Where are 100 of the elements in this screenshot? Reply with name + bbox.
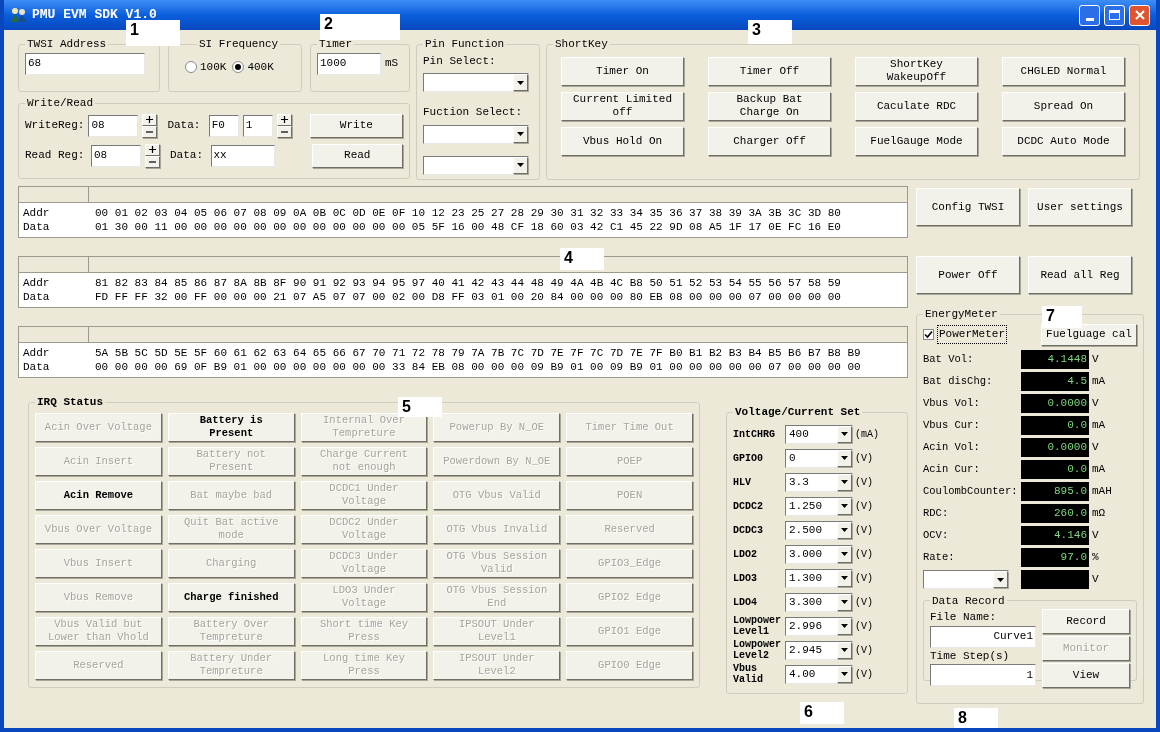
caret-icon [841,624,848,628]
caret-icon [841,576,848,580]
group-label: IRQ Status [36,395,104,410]
caret-icon [841,672,848,676]
dropdown[interactable]: 3.000 [785,544,853,564]
hex-values: 81 82 83 84 85 86 87 8A 8B 8F 90 91 92 93 94 95 97 40 41 42 43 44 48 49 4A 4B 4C B8 50 51 52 53 54 55 56 57 58 59 [95,276,841,290]
shortkey-button[interactable]: ShortKey WakeupOff [855,56,978,86]
increment-button[interactable] [145,143,160,156]
record-button[interactable]: View [1042,663,1130,688]
plus-icon [149,146,156,153]
group-label: Timer [318,37,353,52]
field-label: OCV: [923,527,950,543]
unit-label: mA [1092,418,1106,434]
shortkey-button[interactable]: Timer Off [708,56,831,86]
minus-icon [146,130,154,133]
write-button[interactable]: Write [309,113,403,138]
shortkey-button[interactable]: Caculate RDC [855,91,978,121]
input-field[interactable]: 08 [91,144,141,167]
shortkey-button[interactable]: Vbus Hold On [561,126,684,156]
config-button[interactable]: Config TWSI [916,188,1020,226]
dropdown[interactable]: 3.300 [785,592,853,612]
shortkey-button[interactable]: CHGLED Normal [1002,56,1125,86]
shortkey-button[interactable]: Current Limited off [561,91,684,121]
increment-button[interactable] [142,113,158,126]
shortkey-button[interactable]: Backup Bat Charge On [708,91,831,121]
radio-button[interactable]: 100K [185,58,227,75]
field-label: HLV [733,476,752,488]
field-label: RDC: [923,505,950,521]
dropdown[interactable] [423,73,529,92]
dropdown[interactable]: 3.3 [785,472,853,492]
dropdown[interactable]: 1.300 [785,568,853,588]
callout-number: 8 [954,708,998,728]
group-label: EnergyMeter [924,307,999,322]
caret-icon [517,80,524,85]
group-label: Write/Read [26,96,94,111]
group-label: Voltage/Current Set [734,405,862,420]
dropdown[interactable]: 2.945 [785,640,853,660]
row-label: Addr [23,346,51,360]
unit-label: mA [1092,462,1106,478]
settings-button[interactable]: User settings [1028,188,1132,226]
plus-icon [146,116,154,123]
field-label: LDO2 [733,548,758,560]
input-field[interactable]: F0 [208,114,239,137]
minimize-button[interactable] [1079,4,1100,26]
shortkey-button[interactable]: Spread On [1002,91,1125,121]
read-all-button[interactable]: Read all Reg [1028,256,1132,294]
maximize-button[interactable] [1104,4,1125,26]
group-label: TWSI Address [26,37,108,52]
unit-label: V [1092,440,1099,456]
status-button[interactable]: Battery is Present [167,412,295,442]
group-label: Pin Function [424,37,506,52]
dropdown[interactable] [423,124,529,144]
caret-icon [841,600,848,604]
plus-icon [280,116,288,123]
caret-icon [841,528,848,532]
read-button[interactable]: Read [311,143,403,168]
dropdown[interactable]: 2.500 [785,520,853,540]
row-label: Addr [23,206,51,220]
status-button[interactable]: Acin Remove [35,480,162,510]
unit-label: (V) [855,499,873,514]
value-display: 260.0 [1021,504,1089,523]
input-field[interactable]: 1000 [317,52,381,75]
input-field[interactable]: xx [210,144,275,167]
input-field[interactable]: Curve1 [930,625,1036,648]
shortkey-button[interactable]: Timer On [561,56,684,86]
dropdown[interactable]: 400 [785,424,853,444]
caret-icon [841,432,848,436]
field-label: Rate: [923,549,956,565]
unit-label: (V) [855,451,873,466]
field-label: LDO3 [733,572,758,584]
dropdown[interactable]: 2.996 [785,616,853,636]
increment-button[interactable] [276,113,292,126]
field-label: Lowpower Level2 [733,639,782,661]
input-field[interactable]: 1 [930,664,1036,686]
input-field[interactable]: 68 [25,52,145,75]
shortkey-button[interactable]: Charger Off [708,126,831,156]
field-label: Vbus Valid [733,663,764,685]
unit-label: (V) [855,523,873,538]
dropdown[interactable]: 1.250 [785,496,853,516]
dropdown[interactable]: 4.00 [785,664,853,684]
radio-button[interactable]: 400K [232,58,274,75]
unit-label: (V) [855,475,873,490]
dropdown[interactable]: 0 [785,448,853,468]
dropdown[interactable] [923,570,1009,589]
close-button[interactable] [1129,4,1150,26]
caret-icon [841,504,848,508]
callout-number: 7 [1042,306,1082,328]
field-label: Data: [167,118,202,134]
record-button[interactable]: Record [1042,609,1130,634]
input-field[interactable]: 08 [88,114,139,137]
power-off-button[interactable]: Power Off [916,256,1020,294]
value-display: 0.0000 [1021,394,1089,413]
status-button[interactable]: Charge finished [167,582,295,612]
dropdown[interactable] [423,155,529,175]
input-field[interactable]: 1 [242,114,273,137]
field-label: Vbus Vol: [923,395,981,411]
row-label: Addr [23,276,51,290]
unit-label: V [1092,396,1099,412]
shortkey-button[interactable]: FuelGauge Mode [855,126,978,156]
shortkey-button[interactable]: DCDC Auto Mode [1002,126,1125,156]
